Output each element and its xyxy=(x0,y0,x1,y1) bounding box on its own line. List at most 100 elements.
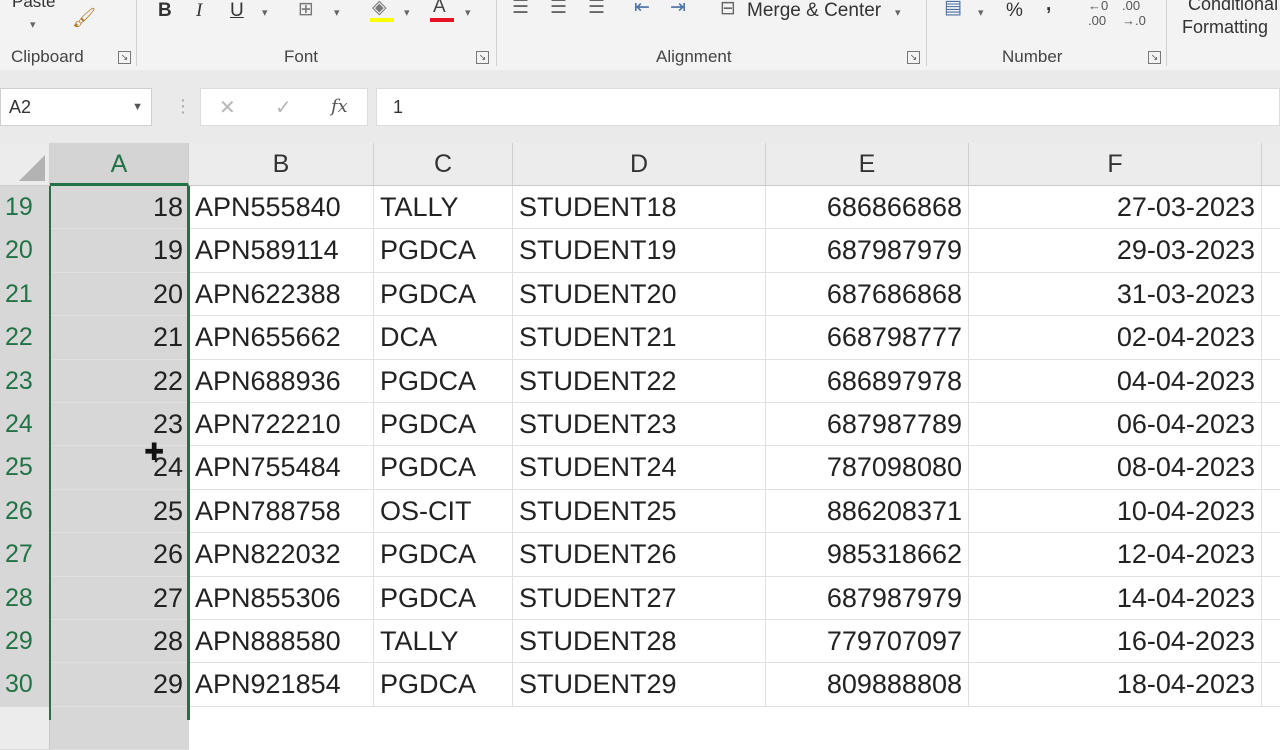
cell-d[interactable]: STUDENT24 xyxy=(513,446,766,490)
cell-b[interactable]: APN589114 xyxy=(189,229,374,273)
cell-c[interactable]: PGDCA xyxy=(374,359,513,403)
cell-c[interactable]: PGDCA xyxy=(374,533,513,577)
merge-center-icon[interactable]: ⊟ xyxy=(720,0,736,20)
cell-f[interactable]: 16-04-2023 xyxy=(969,620,1262,664)
cell-a[interactable]: 27 xyxy=(50,576,189,620)
accounting-dropdown-icon[interactable]: ▾ xyxy=(978,6,984,19)
cell-f[interactable]: 27-03-2023 xyxy=(969,186,1262,230)
row-header[interactable]: 30 xyxy=(0,663,50,707)
row-header[interactable]: 28 xyxy=(0,576,50,620)
cancel-icon[interactable]: ✕ xyxy=(219,95,236,120)
cell-b[interactable]: APN888580 xyxy=(189,620,374,664)
row-header[interactable]: 19 xyxy=(0,186,50,230)
cell-g[interactable] xyxy=(1262,273,1280,317)
cell-b[interactable]: APN855306 xyxy=(189,576,374,620)
borders-dropdown-icon[interactable]: ▾ xyxy=(334,6,340,19)
cell-e[interactable]: 687987979 xyxy=(766,576,969,620)
cell-d[interactable]: STUDENT20 xyxy=(513,272,766,317)
underline-dropdown-icon[interactable]: ▾ xyxy=(262,6,268,19)
column-header-b[interactable]: B xyxy=(189,143,374,186)
font-launcher-icon[interactable]: ↘ xyxy=(476,51,489,64)
cell-f[interactable]: 12-04-2023 xyxy=(969,533,1262,577)
cell-g[interactable] xyxy=(1262,446,1280,490)
column-header-d[interactable]: D xyxy=(513,143,766,186)
cell-f[interactable]: 02-04-2023 xyxy=(969,316,1262,360)
fill-color-dropdown-icon[interactable]: ▾ xyxy=(404,6,410,19)
format-painter-icon[interactable]: 🖌 xyxy=(72,6,96,30)
cell-a[interactable]: 28 xyxy=(50,620,189,664)
row-header[interactable]: 25 xyxy=(0,446,50,490)
cell-c[interactable]: TALLY xyxy=(374,620,513,664)
cell-d[interactable]: STUDENT19 xyxy=(513,229,766,273)
paste-button[interactable]: Paste xyxy=(12,0,55,12)
name-box-dropdown-icon[interactable]: ▼ xyxy=(132,89,143,125)
cell-a[interactable]: 23 xyxy=(50,403,189,447)
row-header[interactable]: 24 xyxy=(0,403,50,447)
cell-f[interactable]: 04-04-2023 xyxy=(969,359,1262,403)
cell-b[interactable]: APN555840 xyxy=(189,186,374,230)
formula-input[interactable]: 1 xyxy=(376,88,1280,126)
cell-f[interactable]: 29-03-2023 xyxy=(969,229,1262,273)
percent-style-button[interactable]: % xyxy=(1006,0,1023,22)
cell-e[interactable]: 687987789 xyxy=(766,403,969,447)
cell-b[interactable]: APN655662 xyxy=(189,316,374,360)
row-header[interactable]: 22 xyxy=(0,316,50,360)
cell-d[interactable]: STUDENT28 xyxy=(513,620,766,664)
borders-icon[interactable]: ⊞ xyxy=(298,0,314,21)
cell-a[interactable]: 19 xyxy=(50,229,189,273)
cell-e[interactable]: 779707097 xyxy=(766,620,969,664)
decrease-indent-icon[interactable]: ⇤ xyxy=(634,0,650,19)
cell-e[interactable]: 985318662 xyxy=(766,533,969,577)
cell-c[interactable]: OS-CIT xyxy=(374,489,513,534)
cell-g[interactable] xyxy=(1262,620,1280,664)
cell-d[interactable]: STUDENT23 xyxy=(513,403,766,447)
cell-c[interactable]: PGDCA xyxy=(374,576,513,620)
cell-e[interactable]: 886208371 xyxy=(766,489,969,534)
cell-e[interactable]: 668798777 xyxy=(766,316,969,360)
cell-b[interactable]: APN722210 xyxy=(189,403,374,447)
row-header[interactable]: 23 xyxy=(0,359,50,403)
cell-b[interactable]: APN755484 xyxy=(189,446,374,490)
conditional-formatting-button[interactable]: Conditional xyxy=(1188,0,1278,15)
cell-c[interactable]: PGDCA xyxy=(374,229,513,273)
align-center-icon[interactable]: ☰ xyxy=(550,0,567,19)
cell-f[interactable]: 06-04-2023 xyxy=(969,403,1262,447)
cell-d[interactable]: STUDENT18 xyxy=(513,186,766,230)
cell-g[interactable] xyxy=(1262,186,1280,230)
cell-b[interactable]: APN921854 xyxy=(189,663,374,707)
cell-c[interactable]: TALLY xyxy=(374,186,513,230)
paste-dropdown-icon[interactable]: ▾ xyxy=(30,18,36,31)
cell-c[interactable]: PGDCA xyxy=(374,446,513,490)
row-header[interactable]: 26 xyxy=(0,489,50,534)
cell-g[interactable] xyxy=(1262,533,1280,577)
font-color-dropdown-icon[interactable]: ▾ xyxy=(465,6,471,19)
cell-b[interactable]: APN788758 xyxy=(189,489,374,534)
row-header[interactable]: 27 xyxy=(0,533,50,577)
name-box[interactable]: A2 ▼ xyxy=(0,88,152,126)
cell-e[interactable]: 686897978 xyxy=(766,359,969,403)
row-header[interactable]: 29 xyxy=(0,620,50,664)
bold-button[interactable]: B xyxy=(158,0,172,22)
cell-b[interactable]: APN688936 xyxy=(189,359,374,403)
column-header-a[interactable]: A xyxy=(50,143,189,186)
cell-d[interactable]: STUDENT27 xyxy=(513,576,766,620)
cell-a[interactable]: 22 xyxy=(50,359,189,403)
cell-a[interactable]: 29 xyxy=(50,663,189,707)
cell-g[interactable] xyxy=(1262,490,1280,534)
conditional-formatting-button-line2[interactable]: Formatting xyxy=(1182,17,1268,38)
cell-c[interactable]: DCA xyxy=(374,316,513,360)
alignment-launcher-icon[interactable]: ↘ xyxy=(907,51,920,64)
number-launcher-icon[interactable]: ↘ xyxy=(1148,51,1161,64)
cell-e[interactable]: 687987979 xyxy=(766,229,969,273)
column-header-c[interactable]: C xyxy=(374,143,513,186)
enter-check-icon[interactable]: ✓ xyxy=(275,95,292,120)
cell-g[interactable] xyxy=(1262,360,1280,403)
cell-c[interactable]: PGDCA xyxy=(374,663,513,707)
row-header[interactable]: 20 xyxy=(0,229,50,273)
cell-b[interactable]: APN622388 xyxy=(189,272,374,317)
cell-f[interactable]: 10-04-2023 xyxy=(969,489,1262,534)
merge-dropdown-icon[interactable]: ▾ xyxy=(895,6,901,19)
comma-style-button[interactable]: , xyxy=(1046,0,1051,16)
cell-d[interactable]: STUDENT22 xyxy=(513,359,766,403)
cell-f[interactable]: 18-04-2023 xyxy=(969,663,1262,707)
